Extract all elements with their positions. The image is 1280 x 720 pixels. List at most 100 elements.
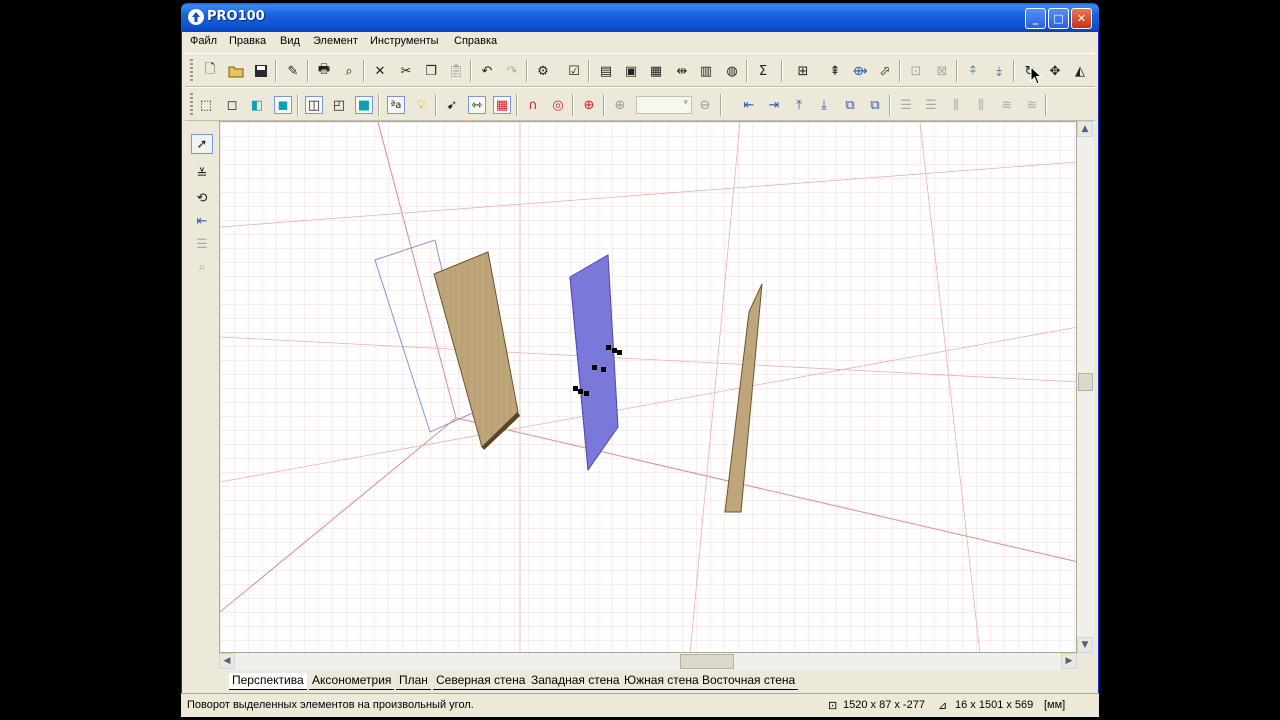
sum-icon[interactable]: Σ [754, 62, 772, 80]
room-scene[interactable] [220, 122, 1077, 653]
toolbar-grip[interactable] [190, 59, 193, 81]
zoom-in-icon[interactable]: ⊕ [611, 96, 629, 114]
copy-icon[interactable]: ❐ [422, 62, 440, 80]
ungroup-icon[interactable]: ⊠ [933, 62, 951, 80]
align-bottom-icon[interactable]: ⤓ [815, 96, 833, 114]
view-6-icon[interactable]: ◍ [723, 62, 741, 80]
close-button[interactable]: ✕ [1071, 8, 1092, 29]
text-aa-icon[interactable]: ªa [387, 96, 405, 114]
menu-view[interactable]: Вид [280, 35, 300, 47]
distribute-tool-icon[interactable]: ☰ [191, 234, 213, 254]
vertical-scroll-thumb[interactable] [1078, 373, 1093, 391]
cube-wire-icon[interactable]: ⬚ [197, 96, 215, 114]
arrow-icon[interactable]: ➹ [443, 96, 461, 114]
align-tool-icon[interactable]: ⇤ [191, 211, 213, 231]
toolbar-grip[interactable] [190, 93, 193, 115]
tab-south-wall[interactable]: Южная стена [621, 673, 702, 690]
layers-2-icon[interactable]: ⧉ [866, 96, 884, 114]
cube-shaded-icon[interactable]: ◧ [248, 96, 266, 114]
mirror-icon[interactable]: ◭ [1071, 62, 1089, 80]
tab-west-wall[interactable]: Западная стена [528, 673, 623, 690]
element-settings-icon[interactable]: ⚙ [534, 62, 552, 80]
rotate-y-icon[interactable]: ⤈ [990, 62, 1008, 80]
view-2-icon[interactable]: ▣ [622, 62, 640, 80]
crosshair-icon[interactable]: ⊕ [580, 96, 598, 114]
toolbar-separator [588, 60, 590, 82]
view-4-icon[interactable]: ⇹ [673, 62, 691, 80]
vertical-scrollbar[interactable]: ▲ ▼ [1077, 121, 1094, 653]
cube-solid-icon[interactable]: ◼ [274, 96, 292, 114]
horizontal-scroll-thumb[interactable] [680, 654, 734, 669]
select-arrow-icon[interactable]: ➚ [191, 134, 213, 154]
print-icon[interactable]: 🖶 [315, 62, 333, 80]
align-left-icon[interactable]: ⇤ [740, 96, 758, 114]
layers-1-icon[interactable]: ⧉ [841, 96, 859, 114]
zoom-out-icon[interactable]: ⊖ [696, 96, 714, 114]
move-icon[interactable]: ✥ [1046, 62, 1064, 80]
scroll-up-icon[interactable]: ▲ [1077, 121, 1093, 137]
distribute-1-icon[interactable]: ☰ [897, 96, 915, 114]
view-3-icon[interactable]: ▦ [647, 62, 665, 80]
paste-icon[interactable]: 📋︎ [447, 62, 465, 80]
cube-color-icon[interactable]: ■ [355, 96, 373, 114]
align-right-icon[interactable]: ⇥ [765, 96, 783, 114]
cube-edge-icon[interactable]: ◫ [305, 96, 323, 114]
scroll-left-icon[interactable]: ◀ [219, 653, 235, 669]
checklist-icon[interactable]: ☑ [565, 62, 583, 80]
target-icon[interactable]: ◎ [549, 96, 567, 114]
horizontal-scrollbar[interactable]: ◀ ▶ [219, 653, 1077, 670]
tab-plan[interactable]: План [396, 673, 431, 690]
maximize-button[interactable]: □ [1048, 8, 1069, 29]
menu-help[interactable]: Справка [454, 35, 497, 47]
menu-edit[interactable]: Правка [229, 35, 266, 47]
save-icon[interactable] [252, 62, 270, 80]
grid-snap-icon[interactable]: ⊞ [794, 62, 812, 80]
tab-north-wall[interactable]: Северная стена [433, 673, 529, 690]
rotate-axis-1-icon[interactable]: ⇞ [826, 62, 844, 80]
redo-icon[interactable]: ↷ [503, 62, 521, 80]
zoom-level-select[interactable]: ▾ [636, 96, 692, 114]
cut-icon[interactable]: ✂ [397, 62, 415, 80]
cube-outline-icon[interactable]: ◻ [223, 96, 241, 114]
view-1-icon[interactable]: ▤ [597, 62, 615, 80]
distribute-6-icon[interactable]: ≋ [1023, 96, 1041, 114]
chevron-down-icon: ▾ [683, 98, 688, 108]
tab-perspective[interactable]: Перспектива [229, 673, 307, 690]
rotate-axis-2-icon[interactable]: ⟴ [851, 62, 869, 80]
new-file-icon[interactable]: 🗋 [201, 62, 219, 80]
toolbar-separator [470, 60, 472, 82]
menu-element[interactable]: Элемент [313, 35, 358, 47]
cube-hidden-icon[interactable]: ◰ [330, 96, 348, 114]
rotate-x-icon[interactable]: ⤉ [964, 62, 982, 80]
properties-icon[interactable]: ✎ [284, 62, 302, 80]
delete-icon[interactable]: ✕ [371, 62, 389, 80]
group-icon[interactable]: ⊡ [907, 62, 925, 80]
rotate-tool-icon[interactable]: ⟲ [191, 188, 213, 208]
distribute-3-icon[interactable]: ⫼ [947, 96, 965, 114]
open-folder-icon[interactable] [227, 62, 245, 80]
3d-viewport[interactable] [219, 121, 1077, 653]
scroll-down-icon[interactable]: ▼ [1077, 637, 1093, 653]
menu-tools[interactable]: Инструменты [370, 35, 439, 47]
rotate-axis-3-icon[interactable]: ⬀ [876, 62, 894, 80]
zoom-tool-icon[interactable]: ⌕ [191, 257, 213, 277]
print-preview-icon[interactable]: ⌕ [340, 62, 358, 80]
minimize-button[interactable]: _ [1025, 8, 1046, 29]
trim-icon[interactable]: ≚ [191, 164, 213, 184]
distribute-4-icon[interactable]: ⫼ [972, 96, 990, 114]
tab-axonometry[interactable]: Аксонометрия [309, 673, 395, 690]
tab-east-wall[interactable]: Восточная стена [699, 673, 799, 690]
magnet-icon[interactable]: ∩ [524, 96, 542, 114]
scroll-right-icon[interactable]: ▶ [1061, 653, 1077, 669]
undo-icon[interactable]: ↶ [478, 62, 496, 80]
dimension-icon[interactable]: ⇿ [468, 96, 486, 114]
grid-icon[interactable]: ▦ [493, 96, 511, 114]
menu-file[interactable]: Файл [190, 35, 217, 47]
toolbar-separator [435, 94, 437, 116]
light-bulb-icon[interactable]: 💡︎ [412, 96, 430, 114]
align-top-icon[interactable]: ⤒ [790, 96, 808, 114]
distribute-5-icon[interactable]: ≋ [998, 96, 1016, 114]
title-bar[interactable]: PRO100 _ □ ✕ [181, 3, 1099, 32]
view-5-icon[interactable]: ▥ [697, 62, 715, 80]
distribute-2-icon[interactable]: ☰ [922, 96, 940, 114]
